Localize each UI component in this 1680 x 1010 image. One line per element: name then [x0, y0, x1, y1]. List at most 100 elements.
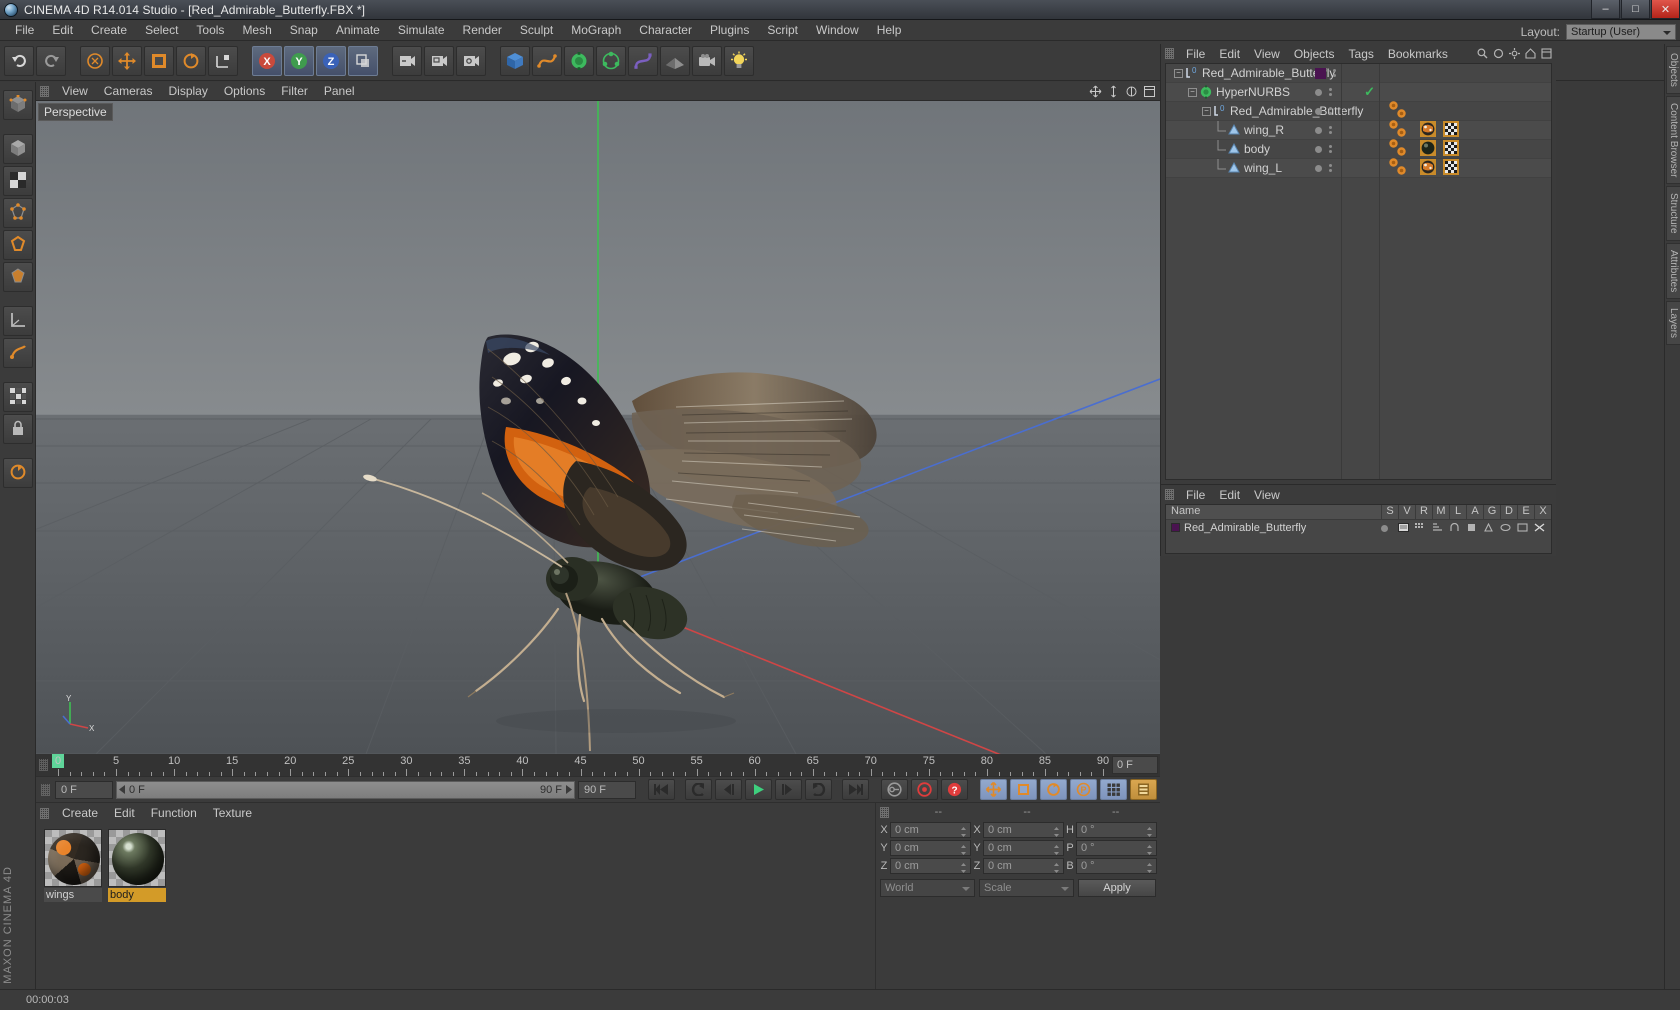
material-item-body[interactable]: body	[108, 829, 166, 902]
visibility-dots-icon[interactable]	[1329, 107, 1332, 115]
menu-item-tools[interactable]: Tools	[187, 21, 233, 39]
layer-column-A[interactable]: A	[1466, 505, 1483, 519]
menu-item-snap[interactable]: Snap	[281, 21, 327, 39]
render-view-button[interactable]	[392, 45, 422, 76]
world-object-toggle[interactable]	[348, 45, 378, 76]
close-button[interactable]: ✕	[1651, 0, 1680, 19]
menu-item-simulate[interactable]: Simulate	[389, 21, 454, 39]
layer-column-S[interactable]: S	[1381, 505, 1398, 519]
dolly-icon[interactable]	[1107, 85, 1120, 98]
add-light-button[interactable]	[724, 45, 754, 76]
spinner-icon[interactable]	[960, 862, 967, 874]
menu-item-plugins[interactable]: Plugins	[701, 21, 758, 39]
add-hypernurbs-button[interactable]	[564, 45, 594, 76]
layer-col-X[interactable]	[1534, 520, 1551, 535]
object-visibility-dots[interactable]	[1315, 107, 1355, 115]
menu-item-animate[interactable]: Animate	[327, 21, 389, 39]
maximize-viewport-icon[interactable]	[1143, 85, 1156, 98]
visibility-dots-icon[interactable]	[1329, 126, 1332, 134]
tag-uvw-tag[interactable]	[1443, 158, 1459, 178]
expand-collapse-toggle[interactable]: −	[1202, 106, 1211, 116]
add-spline-button[interactable]	[532, 45, 562, 76]
workplane-button[interactable]	[3, 306, 33, 336]
record-param-button[interactable]: P	[1070, 779, 1097, 800]
visibility-dots-icon[interactable]	[1329, 88, 1332, 96]
layer-manager-grip-icon[interactable]	[1165, 489, 1174, 500]
layer-column-G[interactable]: G	[1483, 505, 1500, 519]
add-cube-button[interactable]	[500, 45, 530, 76]
object-row[interactable]: −0 Red_Admirable_Butterfly	[1166, 101, 1551, 121]
coordinate-mode-select[interactable]: Scale	[979, 879, 1074, 897]
record-scale-button[interactable]	[1010, 779, 1037, 800]
expand-collapse-toggle[interactable]: −	[1174, 68, 1183, 78]
model-mode-button[interactable]	[3, 134, 33, 164]
redo-button[interactable]	[36, 45, 66, 76]
lock-y-button[interactable]: Y	[284, 45, 314, 76]
material-grip-icon[interactable]	[40, 807, 49, 819]
layer-menu-edit[interactable]: Edit	[1212, 487, 1247, 503]
previous-key-button[interactable]	[685, 779, 712, 800]
apply-button[interactable]: Apply	[1078, 879, 1156, 897]
object-visibility-dots[interactable]	[1315, 164, 1355, 172]
3d-viewport[interactable]: Perspective Y X	[36, 101, 1160, 754]
current-frame-field[interactable]: 0 F	[55, 780, 113, 799]
undo-button[interactable]	[4, 45, 34, 76]
object-layer-swatch[interactable]	[1315, 67, 1326, 79]
viewport-menu-cameras[interactable]: Cameras	[96, 83, 161, 99]
lock-x-button[interactable]: X	[252, 45, 282, 76]
render-region-button[interactable]	[424, 45, 454, 76]
layer-column-R[interactable]: R	[1415, 505, 1432, 519]
position-field-z[interactable]: 0 cm	[890, 858, 971, 874]
object-enable-dot[interactable]	[1315, 164, 1322, 172]
step-forward-button[interactable]	[775, 779, 802, 800]
layer-column-E[interactable]: E	[1517, 505, 1534, 519]
layout-select[interactable]: Startup (User)	[1566, 23, 1676, 40]
go-to-end-button[interactable]	[842, 779, 869, 800]
viewport-menu-view[interactable]: View	[54, 83, 96, 99]
menu-item-script[interactable]: Script	[758, 21, 807, 39]
object-visibility-dots[interactable]	[1315, 67, 1355, 79]
layer-col-D[interactable]	[1500, 520, 1517, 535]
live-selection-button[interactable]	[80, 45, 110, 76]
go-to-start-button[interactable]	[648, 779, 675, 800]
add-scene-button[interactable]	[660, 45, 690, 76]
next-key-button[interactable]	[805, 779, 832, 800]
object-visibility-dots[interactable]	[1315, 126, 1355, 134]
material-menu-function[interactable]: Function	[143, 805, 205, 821]
object-menu-objects[interactable]: Objects	[1287, 46, 1342, 62]
tag-material-body[interactable]	[1420, 139, 1436, 159]
visibility-dots-icon[interactable]	[1329, 164, 1332, 172]
object-manager-grip-icon[interactable]	[1165, 48, 1174, 59]
add-camera-button[interactable]	[692, 45, 722, 76]
material-menu-edit[interactable]: Edit	[106, 805, 143, 821]
record-rotation-button[interactable]	[1040, 779, 1067, 800]
viewport-menu-panel[interactable]: Panel	[316, 83, 363, 99]
home-icon[interactable]	[1525, 48, 1536, 59]
spinner-icon[interactable]	[1146, 844, 1153, 856]
layer-column-L[interactable]: L	[1449, 505, 1466, 519]
object-row[interactable]: − HyperNURBS ✓	[1166, 83, 1551, 102]
panel-grip-icon[interactable]	[40, 85, 49, 97]
material-preview-wings[interactable]	[44, 829, 102, 887]
points-mode-button[interactable]	[3, 198, 33, 228]
record-pla-button[interactable]	[1100, 779, 1127, 800]
menu-item-select[interactable]: Select	[136, 21, 187, 39]
playbar-grip-icon[interactable]	[41, 783, 50, 796]
layer-col-L[interactable]	[1449, 520, 1466, 535]
menu-item-character[interactable]: Character	[630, 21, 701, 39]
object-menu-bookmarks[interactable]: Bookmarks	[1381, 46, 1455, 62]
polygons-mode-button[interactable]	[3, 262, 33, 292]
play-button[interactable]	[745, 779, 772, 800]
record-active-objects-button[interactable]	[911, 779, 938, 800]
layer-col-G[interactable]	[1483, 520, 1500, 535]
rotate-button[interactable]	[176, 45, 206, 76]
layer-row[interactable]: Red_Admirable_Butterfly	[1166, 520, 1551, 535]
edges-mode-button[interactable]	[3, 230, 33, 260]
menu-item-create[interactable]: Create	[82, 21, 136, 39]
tag-uvw-tag[interactable]	[1443, 139, 1459, 159]
coordinates-grip-icon[interactable]	[880, 806, 889, 818]
lock-z-button[interactable]: Z	[316, 45, 346, 76]
scale-button[interactable]	[144, 45, 174, 76]
object-enable-dot[interactable]	[1315, 107, 1322, 115]
range-left-arrow-icon[interactable]	[119, 785, 126, 794]
